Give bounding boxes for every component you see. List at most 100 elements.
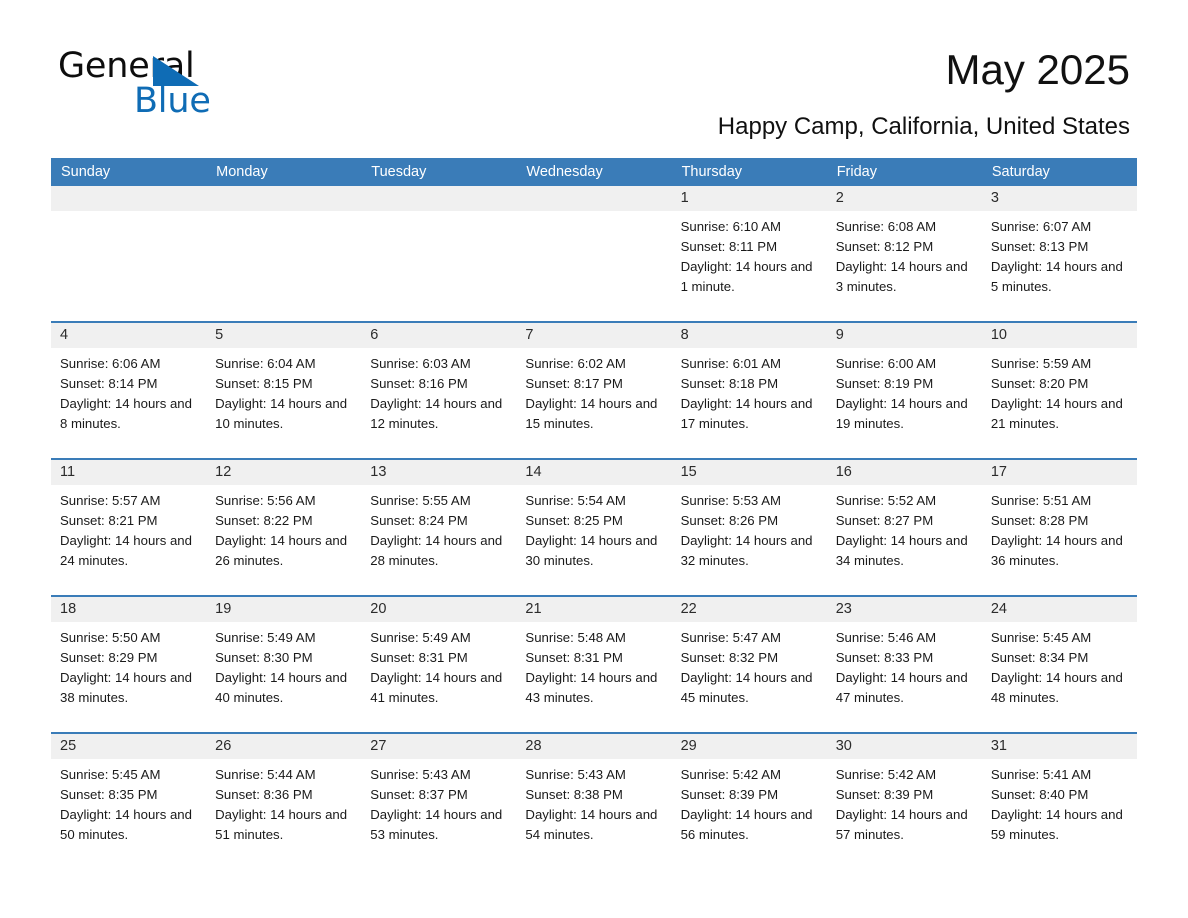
day-details: Sunrise: 6:06 AM Sunset: 8:14 PM Daylight:… [51, 348, 206, 458]
day-number: 29 [671, 734, 827, 759]
daylight-text: Daylight: 14 hours and 5 minutes. [990, 259, 1123, 294]
sunrise-text: Sunrise: 5:48 AM [525, 630, 626, 645]
calendar-day-cell[interactable]: 26 Sunrise: 5:44 AM Sunset: 8:36 PM Dayligh… [206, 734, 362, 869]
day-number: 4 [51, 323, 207, 348]
day-details: Sunrise: 5:57 AM Sunset: 8:21 PM Daylight:… [51, 485, 206, 595]
sunset-text: Sunset: 8:12 PM [835, 239, 934, 254]
calendar-day-cell[interactable]: 28 Sunrise: 5:43 AM Sunset: 8:38 PM Dayligh… [516, 734, 672, 869]
calendar-day-cell[interactable]: 22 Sunrise: 5:47 AM Sunset: 8:32 PM Dayligh… [671, 597, 827, 732]
daylight-text: Daylight: 14 hours and 26 minutes. [215, 533, 348, 568]
day-number [51, 186, 207, 211]
calendar-grid: Sunday Monday Tuesday Wednesday Thursday… [51, 158, 1137, 869]
sunset-text: Sunset: 8:20 PM [990, 376, 1089, 391]
sunset-text: Sunset: 8:32 PM [680, 650, 779, 665]
daylight-text: Daylight: 14 hours and 48 minutes. [990, 670, 1123, 705]
day-details: Sunrise: 5:41 AM Sunset: 8:40 PM Daylight:… [982, 759, 1137, 869]
sunrise-text: Sunrise: 5:51 AM [990, 493, 1092, 508]
sunrise-text: Sunrise: 5:50 AM [60, 630, 161, 645]
sunrise-text: Sunrise: 6:03 AM [370, 356, 471, 371]
calendar-day-cell[interactable]: 11 Sunrise: 5:57 AM Sunset: 8:21 PM Dayligh… [51, 460, 207, 595]
daylight-text: Daylight: 14 hours and 3 minutes. [835, 259, 968, 294]
calendar-day-cell[interactable]: 17 Sunrise: 5:51 AM Sunset: 8:28 PM Dayligh… [981, 460, 1137, 595]
calendar-day-cell[interactable]: 30 Sunrise: 5:42 AM Sunset: 8:39 PM Dayligh… [826, 734, 982, 869]
daylight-text: Daylight: 14 hours and 38 minutes. [60, 670, 192, 705]
weekday-header-saturday: Saturday [991, 164, 1050, 180]
calendar-day-cell[interactable]: 5 Sunrise: 6:04 AM Sunset: 8:15 PM Daylight… [206, 323, 362, 458]
day-details: Sunrise: 6:04 AM Sunset: 8:15 PM Daylight:… [206, 348, 361, 458]
calendar-day-cell[interactable]: 10 Sunrise: 5:59 AM Sunset: 8:20 PM Dayligh… [981, 323, 1137, 458]
day-number: 12 [206, 460, 362, 485]
sunset-text: Sunset: 8:39 PM [680, 787, 779, 802]
calendar-week-row: 18 Sunrise: 5:50 AM Sunset: 8:29 PM Dayligh… [51, 595, 1137, 732]
sunset-text: Sunset: 8:24 PM [370, 513, 468, 528]
day-number: 7 [516, 323, 672, 348]
day-number: 21 [516, 597, 672, 622]
sunrise-text: Sunrise: 5:42 AM [680, 767, 781, 782]
day-details: Sunrise: 6:02 AM Sunset: 8:17 PM Daylight:… [516, 348, 671, 458]
sunset-text: Sunset: 8:16 PM [370, 376, 468, 391]
calendar-day-cell[interactable]: 27 Sunrise: 5:43 AM Sunset: 8:37 PM Dayligh… [361, 734, 517, 869]
day-details: Sunrise: 5:51 AM Sunset: 8:28 PM Daylight:… [982, 485, 1137, 595]
calendar-day-cell[interactable]: 23 Sunrise: 5:46 AM Sunset: 8:33 PM Dayligh… [826, 597, 982, 732]
sunrise-text: Sunrise: 5:41 AM [990, 767, 1092, 782]
calendar-day-cell[interactable]: 29 Sunrise: 5:42 AM Sunset: 8:39 PM Dayligh… [671, 734, 827, 869]
day-number: 14 [516, 460, 672, 485]
day-number: 13 [361, 460, 517, 485]
calendar-day-cell[interactable]: 25 Sunrise: 5:45 AM Sunset: 8:35 PM Dayligh… [51, 734, 207, 869]
sunrise-text: Sunrise: 5:54 AM [525, 493, 626, 508]
calendar-day-cell[interactable]: 14 Sunrise: 5:54 AM Sunset: 8:25 PM Dayligh… [516, 460, 672, 595]
day-number: 2 [826, 186, 982, 211]
daylight-text: Daylight: 14 hours and 40 minutes. [215, 670, 348, 705]
calendar-day-cell[interactable]: 6 Sunrise: 6:03 AM Sunset: 8:16 PM Daylight… [361, 323, 517, 458]
calendar-day-cell[interactable]: 19 Sunrise: 5:49 AM Sunset: 8:30 PM Dayligh… [206, 597, 362, 732]
day-details: Sunrise: 6:01 AM Sunset: 8:18 PM Daylight:… [672, 348, 827, 458]
weekday-header-tuesday: Tuesday [371, 164, 427, 180]
daylight-text: Daylight: 14 hours and 36 minutes. [990, 533, 1123, 568]
sunrise-text: Sunrise: 6:10 AM [680, 219, 781, 234]
daylight-text: Daylight: 14 hours and 47 minutes. [835, 670, 968, 705]
calendar-day-cell[interactable]: 7 Sunrise: 6:02 AM Sunset: 8:17 PM Daylight… [516, 323, 672, 458]
day-number: 27 [361, 734, 517, 759]
calendar-day-cell[interactable]: 24 Sunrise: 5:45 AM Sunset: 8:34 PM Dayligh… [981, 597, 1137, 732]
calendar-day-cell-empty [51, 186, 207, 321]
calendar-day-cell[interactable]: 16 Sunrise: 5:52 AM Sunset: 8:27 PM Dayligh… [826, 460, 982, 595]
calendar-day-cell[interactable]: 12 Sunrise: 5:56 AM Sunset: 8:22 PM Dayligh… [206, 460, 362, 595]
day-details: Sunrise: 5:45 AM Sunset: 8:35 PM Daylight:… [51, 759, 206, 869]
calendar-day-cell[interactable]: 15 Sunrise: 5:53 AM Sunset: 8:26 PM Dayligh… [671, 460, 827, 595]
sunset-text: Sunset: 8:35 PM [60, 787, 158, 802]
day-number: 22 [671, 597, 827, 622]
calendar-weeks: 1 Sunrise: 6:10 AM Sunset: 8:11 PM Daylight… [51, 186, 1137, 869]
day-number: 18 [51, 597, 207, 622]
calendar-day-cell[interactable]: 18 Sunrise: 5:50 AM Sunset: 8:29 PM Dayligh… [51, 597, 207, 732]
daylight-text: Daylight: 14 hours and 8 minutes. [60, 396, 192, 431]
calendar-week-row: 11 Sunrise: 5:57 AM Sunset: 8:21 PM Dayligh… [51, 458, 1137, 595]
daylight-text: Daylight: 14 hours and 1 minute. [680, 259, 813, 294]
calendar-day-cell[interactable]: 8 Sunrise: 6:01 AM Sunset: 8:18 PM Daylight… [671, 323, 827, 458]
calendar-day-cell[interactable]: 2 Sunrise: 6:08 AM Sunset: 8:12 PM Daylight… [826, 186, 982, 321]
sunrise-text: Sunrise: 6:01 AM [680, 356, 781, 371]
calendar-week-row: 25 Sunrise: 5:45 AM Sunset: 8:35 PM Dayligh… [51, 732, 1137, 869]
calendar-day-cell[interactable]: 1 Sunrise: 6:10 AM Sunset: 8:11 PM Daylight… [671, 186, 827, 321]
logo-text-blue: Blue [134, 81, 211, 121]
calendar-day-cell[interactable]: 31 Sunrise: 5:41 AM Sunset: 8:40 PM Dayligh… [981, 734, 1137, 869]
sunrise-text: Sunrise: 6:08 AM [835, 219, 937, 234]
daylight-text: Daylight: 14 hours and 15 minutes. [525, 396, 658, 431]
calendar-day-cell[interactable]: 4 Sunrise: 6:06 AM Sunset: 8:14 PM Daylight… [51, 323, 207, 458]
calendar-day-cell[interactable]: 9 Sunrise: 6:00 AM Sunset: 8:19 PM Daylight… [826, 323, 982, 458]
daylight-text: Daylight: 14 hours and 10 minutes. [215, 396, 348, 431]
general-blue-logo[interactable]: General Blue [58, 48, 378, 128]
daylight-text: Daylight: 14 hours and 53 minutes. [370, 807, 503, 842]
calendar-day-cell-empty [516, 186, 672, 321]
calendar-day-cell[interactable]: 20 Sunrise: 5:49 AM Sunset: 8:31 PM Dayligh… [361, 597, 517, 732]
daylight-text: Daylight: 14 hours and 57 minutes. [835, 807, 968, 842]
calendar-day-cell[interactable]: 3 Sunrise: 6:07 AM Sunset: 8:13 PM Daylight… [981, 186, 1137, 321]
calendar-day-cell[interactable]: 21 Sunrise: 5:48 AM Sunset: 8:31 PM Dayligh… [516, 597, 672, 732]
sunset-text: Sunset: 8:25 PM [525, 513, 623, 528]
day-details: Sunrise: 5:45 AM Sunset: 8:34 PM Daylight:… [982, 622, 1137, 732]
daylight-text: Daylight: 14 hours and 59 minutes. [990, 807, 1123, 842]
sunrise-text: Sunrise: 5:45 AM [60, 767, 161, 782]
calendar-day-cell[interactable]: 13 Sunrise: 5:55 AM Sunset: 8:24 PM Dayligh… [361, 460, 517, 595]
day-details: Sunrise: 5:43 AM Sunset: 8:38 PM Daylight:… [516, 759, 671, 869]
sunset-text: Sunset: 8:19 PM [835, 376, 934, 391]
day-details: Sunrise: 5:53 AM Sunset: 8:26 PM Daylight:… [672, 485, 827, 595]
